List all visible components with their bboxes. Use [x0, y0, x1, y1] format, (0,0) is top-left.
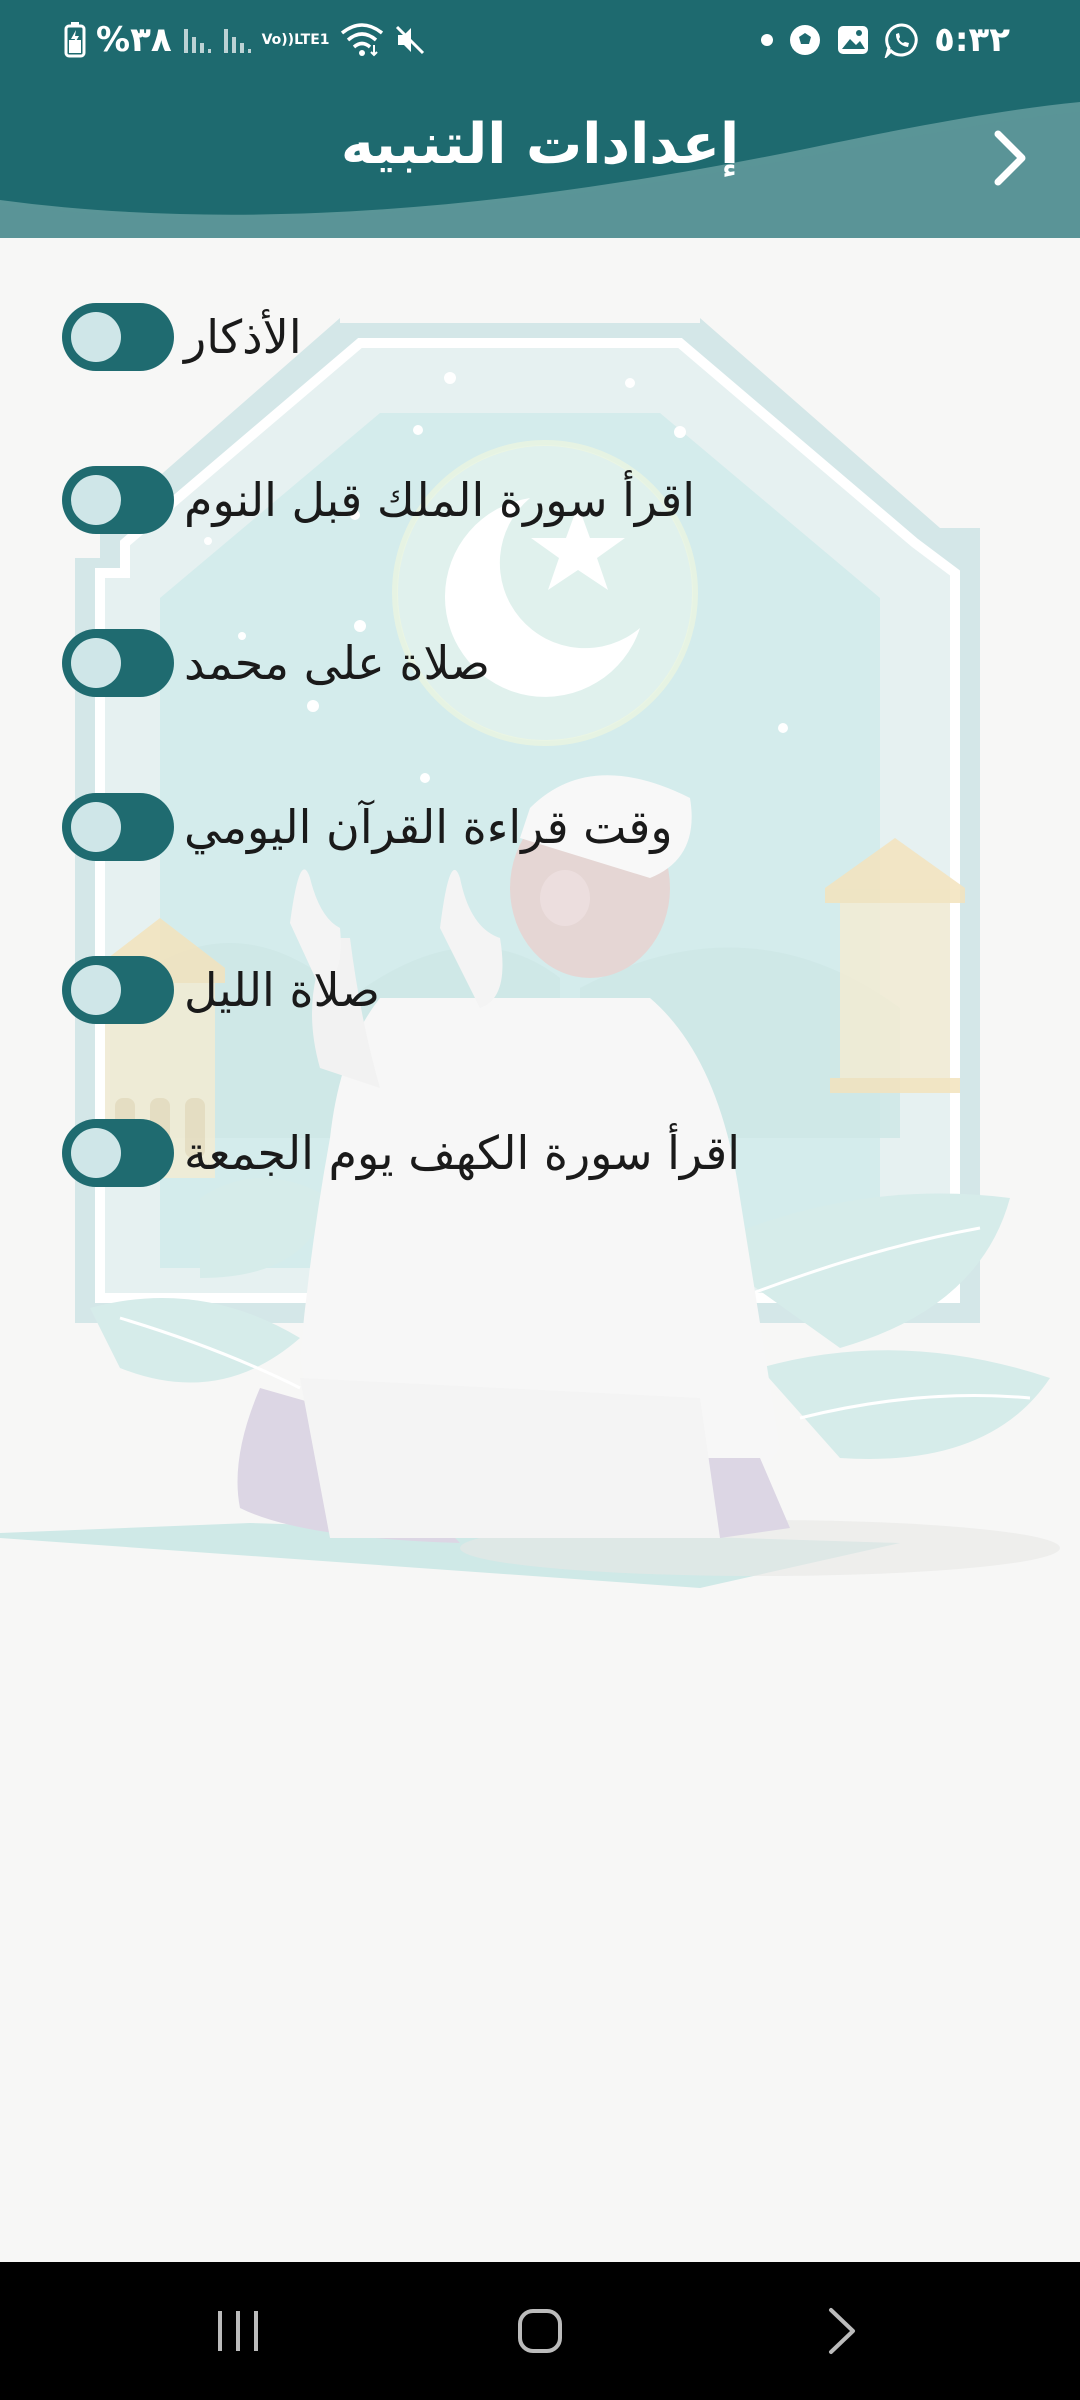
wifi-icon	[340, 23, 384, 57]
volte-icon: Vo)) LTE1	[261, 31, 330, 48]
toggle-switch[interactable]	[62, 466, 174, 534]
setting-row-daily-quran[interactable]: وقت قراءة القرآن اليومي	[0, 772, 1080, 882]
setting-label: صلاة الليل	[184, 963, 380, 1017]
setting-label: اقرأ سورة الكهف يوم الجمعة	[184, 1126, 741, 1180]
toggle-knob	[71, 802, 121, 852]
setting-row-salawat[interactable]: صلاة على محمد	[0, 608, 1080, 718]
dot-icon	[760, 33, 774, 47]
signal-icon	[182, 25, 212, 55]
toggle-knob	[71, 312, 121, 362]
toggle-switch[interactable]	[62, 793, 174, 861]
toggle-knob	[71, 475, 121, 525]
whatsapp-icon	[884, 22, 920, 58]
back-button[interactable]	[980, 118, 1040, 198]
toggle-switch[interactable]	[62, 629, 174, 697]
status-bar: %٣٨ Vo)) LTE1 ٥:٣٢	[0, 0, 1080, 78]
chevron-right-icon	[994, 130, 1026, 186]
mute-icon	[394, 24, 426, 56]
football-icon	[788, 23, 822, 57]
toggle-switch[interactable]	[62, 956, 174, 1024]
battery-percentage: %٣٨	[96, 20, 172, 60]
toggle-knob	[71, 638, 121, 688]
back-icon	[829, 2308, 855, 2354]
setting-label: صلاة على محمد	[184, 636, 490, 690]
setting-label: وقت قراءة القرآن اليومي	[184, 800, 673, 854]
recent-apps-button[interactable]	[158, 2262, 318, 2400]
battery-charging-icon	[64, 22, 86, 58]
page-title: إعدادات التنبيه	[340, 112, 740, 177]
gallery-icon	[836, 23, 870, 57]
setting-row-surah-kahf[interactable]: اقرأ سورة الكهف يوم الجمعة	[0, 1098, 1080, 1208]
home-button[interactable]	[460, 2262, 620, 2400]
setting-row-adhkar[interactable]: الأذكار	[0, 282, 1080, 392]
signal-icon	[222, 25, 252, 55]
status-notification-icons: ٥:٣٢	[760, 18, 1010, 62]
toggle-switch[interactable]	[62, 303, 174, 371]
recent-apps-icon	[218, 2311, 258, 2351]
toggle-knob	[71, 1128, 121, 1178]
setting-row-surah-mulk[interactable]: اقرأ سورة الملك قبل النوم	[0, 445, 1080, 555]
toggle-switch[interactable]	[62, 1119, 174, 1187]
nav-back-button[interactable]	[762, 2262, 922, 2400]
clock: ٥:٣٢	[934, 20, 1010, 60]
setting-label: الأذكار	[184, 310, 302, 364]
status-system-icons: %٣٨ Vo)) LTE1	[64, 18, 426, 62]
system-navigation-bar	[0, 2262, 1080, 2400]
setting-row-night-prayer[interactable]: صلاة الليل	[0, 935, 1080, 1045]
setting-label: اقرأ سورة الملك قبل النوم	[184, 473, 696, 527]
toggle-knob	[71, 965, 121, 1015]
app-header: %٣٨ Vo)) LTE1 ٥:٣٢ إعدادات التنبيه	[0, 0, 1080, 238]
home-icon	[518, 2309, 562, 2353]
